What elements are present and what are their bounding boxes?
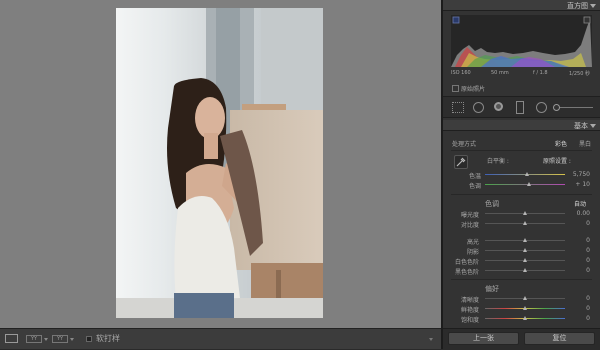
treatment-color[interactable]: 彩色: [555, 139, 567, 148]
before-after-icon[interactable]: YY: [26, 335, 42, 343]
clarity-slider-thumb[interactable]: [523, 296, 527, 300]
exif-focal: 50 mm: [491, 70, 509, 76]
contrast-label: 对比度: [461, 222, 480, 229]
reset-button[interactable]: 复位: [524, 332, 595, 345]
basic-title: 基本: [574, 122, 588, 130]
toolbar-menu-icon[interactable]: [429, 338, 433, 341]
treatment-bw[interactable]: 黑白: [579, 139, 591, 148]
whites-value[interactable]: 0: [586, 257, 590, 264]
exif-iso: ISO 160: [451, 70, 471, 76]
saturation-value[interactable]: 0: [586, 315, 590, 322]
chevron-down-icon: [590, 4, 596, 8]
tint-value[interactable]: + 10: [575, 181, 590, 188]
redeye-icon[interactable]: [494, 102, 503, 111]
wb-label: 白平衡 :: [487, 158, 509, 165]
temp-label: 色温: [469, 173, 482, 180]
tint-label: 色调: [469, 183, 482, 190]
histogram[interactable]: [451, 15, 592, 67]
clarity-label: 清晰度: [461, 297, 480, 304]
exposure-value[interactable]: 0.00: [577, 210, 590, 217]
temp-value[interactable]: 5,750: [573, 171, 590, 178]
photo: [116, 8, 323, 318]
shadows-slider-thumb[interactable]: [523, 248, 527, 252]
softproof-checkbox[interactable]: [86, 336, 92, 342]
develop-panel: 直方图 ISO 160 50 mm f / 1.8 1/250 秒 原始照片 基…: [441, 0, 600, 350]
brush-icon[interactable]: [553, 104, 560, 111]
highlights-label: 高光: [467, 239, 480, 246]
blacks-slider-thumb[interactable]: [523, 268, 527, 272]
histogram-header[interactable]: 直方图: [443, 0, 600, 11]
wb-value[interactable]: 原照设置 :: [543, 156, 571, 165]
whites-label: 白色色阶: [455, 259, 480, 266]
histogram-title: 直方图: [567, 2, 588, 10]
divider: [451, 279, 592, 280]
exposure-slider-thumb[interactable]: [523, 211, 527, 215]
highlights-slider-thumb[interactable]: [523, 238, 527, 242]
softproof-label: 软打样: [96, 334, 120, 343]
exif-aperture: f / 1.8: [533, 70, 548, 76]
photo-canvas[interactable]: [0, 0, 441, 328]
highlights-value[interactable]: 0: [586, 237, 590, 244]
tone-title: 色调: [485, 200, 499, 208]
original-photo-label: 原始照片: [461, 86, 486, 93]
bottom-toolbar: YY YY 软打样: [0, 328, 441, 349]
chevron-down-icon[interactable]: [44, 338, 48, 341]
tool-strip: [443, 96, 600, 118]
exif-shutter: 1/250 秒: [569, 71, 590, 77]
contrast-value[interactable]: 0: [586, 220, 590, 227]
graduated-filter-icon[interactable]: [516, 101, 524, 114]
radial-filter-icon[interactable]: [536, 102, 547, 113]
presence-title: 偏好: [485, 285, 499, 293]
vibrance-value[interactable]: 0: [586, 305, 590, 312]
divider: [451, 150, 592, 151]
saturation-slider-thumb[interactable]: [523, 316, 527, 320]
shadows-label: 阴影: [467, 249, 480, 256]
previous-button[interactable]: 上一张: [448, 332, 519, 345]
vibrance-label: 鲜艳度: [461, 307, 480, 314]
tone-auto-button[interactable]: 自动: [574, 199, 586, 208]
whites-slider-thumb[interactable]: [523, 258, 527, 262]
loupe-view-icon[interactable]: [5, 334, 18, 343]
tint-slider-thumb[interactable]: [527, 182, 531, 186]
spot-removal-icon[interactable]: [473, 102, 484, 113]
treatment-label: 处理方式: [452, 141, 477, 148]
vibrance-slider-thumb[interactable]: [523, 306, 527, 310]
swap-icon[interactable]: YY: [52, 335, 68, 343]
blacks-value[interactable]: 0: [586, 267, 590, 274]
chevron-down-icon: [590, 124, 596, 128]
eyedropper-icon[interactable]: [454, 155, 468, 169]
contrast-slider-thumb[interactable]: [523, 221, 527, 225]
tint-slider-track[interactable]: [485, 184, 565, 185]
exposure-label: 曝光度: [461, 212, 480, 219]
shadows-value[interactable]: 0: [586, 247, 590, 254]
original-photo-checkbox[interactable]: [452, 85, 459, 92]
blacks-label: 黑色色阶: [455, 269, 480, 276]
temp-slider-thumb[interactable]: [524, 172, 529, 176]
divider: [451, 194, 592, 195]
chevron-down-icon[interactable]: [70, 338, 74, 341]
clarity-value[interactable]: 0: [586, 295, 590, 302]
brush-slider[interactable]: [555, 107, 593, 108]
basic-header[interactable]: 基本: [443, 120, 600, 131]
crop-icon[interactable]: [452, 102, 464, 113]
saturation-label: 饱和度: [461, 317, 480, 324]
